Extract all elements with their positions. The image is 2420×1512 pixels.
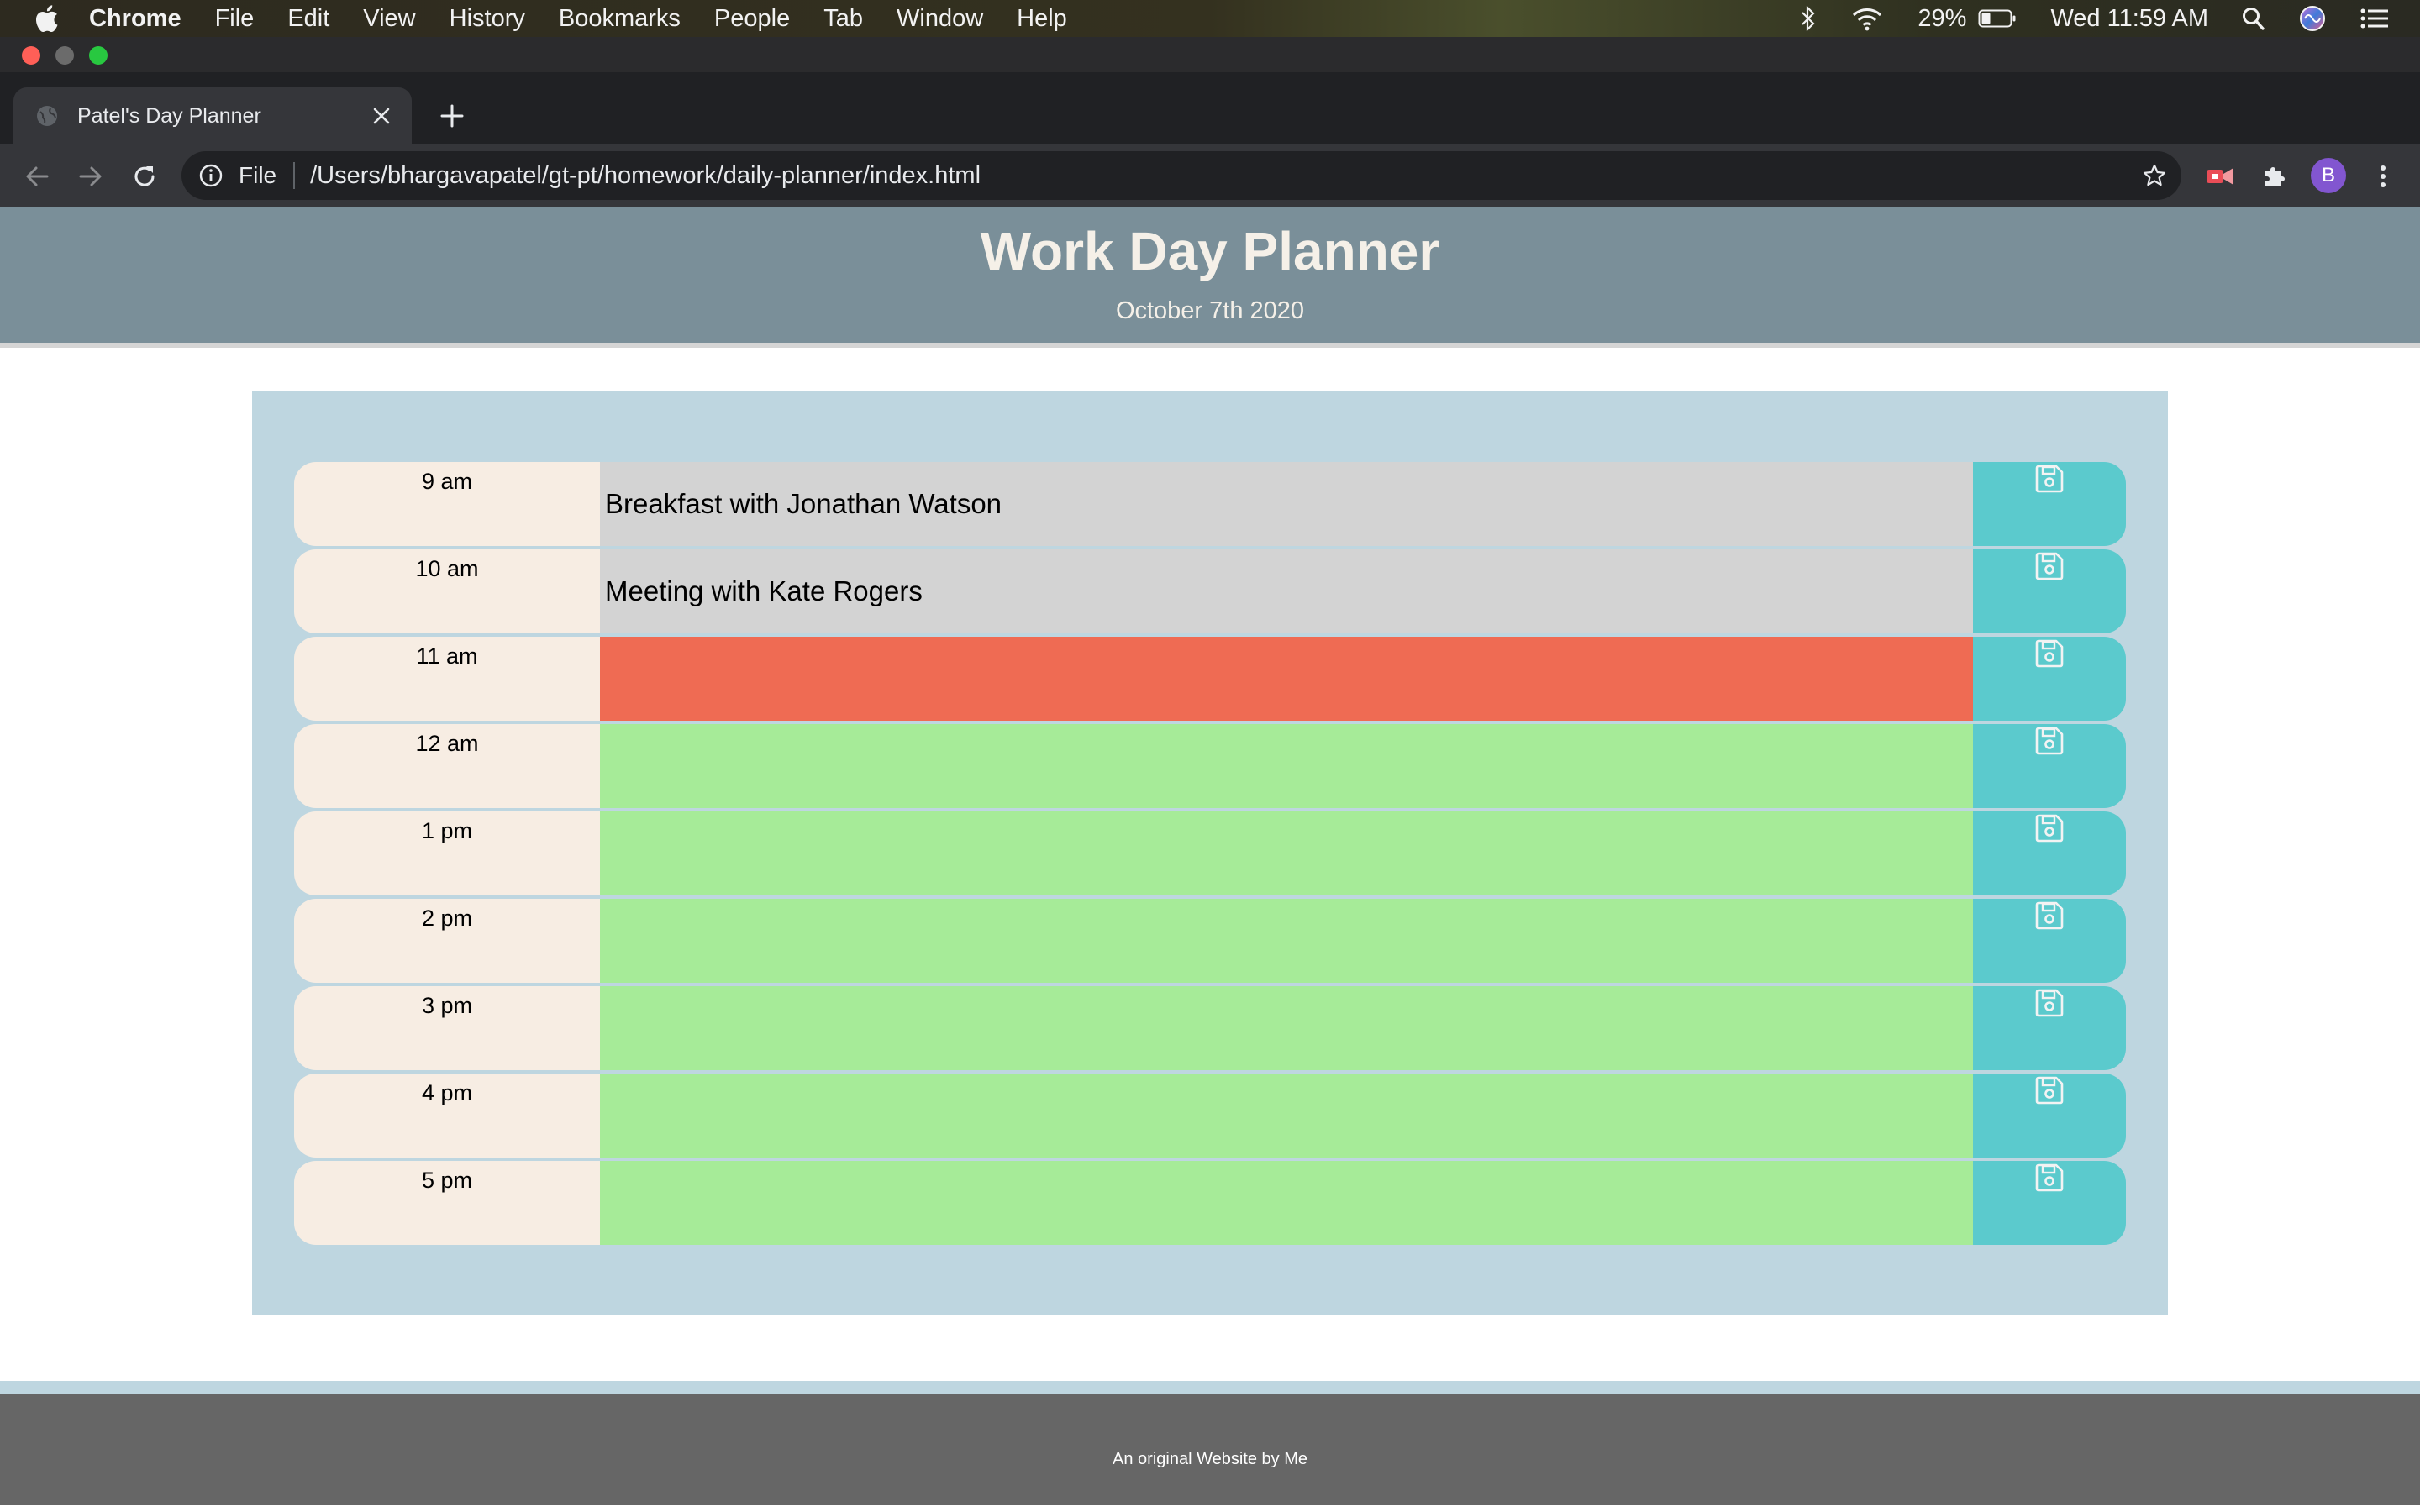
- time-block-row: 4 pm: [294, 1074, 2126, 1158]
- floppy-disk-icon: [2034, 813, 2065, 843]
- browser-tab-active[interactable]: Patel's Day Planner: [13, 87, 412, 144]
- hour-label: 11 am: [294, 637, 600, 721]
- url-text[interactable]: /Users/bhargavapatel/gt-pt/homework/dail…: [310, 162, 981, 190]
- back-arrow-icon[interactable]: [22, 161, 52, 192]
- event-description-textarea[interactable]: [600, 1074, 1973, 1158]
- menu-tab[interactable]: Tab: [823, 5, 863, 33]
- time-block-row: 2 pm: [294, 899, 2126, 983]
- page-footer: An original Website by Me: [0, 1394, 2420, 1505]
- save-button[interactable]: [1973, 637, 2126, 721]
- time-block-row: 5 pm: [294, 1161, 2126, 1245]
- event-description-textarea[interactable]: [600, 899, 1973, 983]
- page-header: Work Day Planner October 7th 2020: [0, 207, 2420, 348]
- hour-label: 3 pm: [294, 986, 600, 1070]
- menu-history[interactable]: History: [450, 5, 525, 33]
- hour-label: 10 am: [294, 549, 600, 633]
- bluetooth-icon[interactable]: [1800, 6, 1817, 31]
- save-button[interactable]: [1973, 899, 2126, 983]
- save-button[interactable]: [1973, 549, 2126, 633]
- save-button[interactable]: [1973, 462, 2126, 546]
- floppy-disk-icon: [2034, 1163, 2065, 1193]
- event-description-textarea[interactable]: [600, 986, 1973, 1070]
- hour-label: 2 pm: [294, 899, 600, 983]
- footer-accent-strip: [0, 1381, 2420, 1394]
- page-title: Work Day Planner: [980, 221, 1440, 281]
- floppy-disk-icon: [2034, 551, 2065, 581]
- browser-tab-strip: Patel's Day Planner: [0, 72, 2420, 144]
- event-description-textarea[interactable]: [600, 637, 1973, 721]
- url-scheme-label: File: [239, 162, 277, 188]
- event-description-textarea[interactable]: Breakfast with Jonathan Watson: [600, 462, 1973, 546]
- event-description-textarea[interactable]: Meeting with Kate Rogers: [600, 549, 1973, 633]
- current-date: October 7th 2020: [1115, 297, 1305, 324]
- extensions-puzzle-icon[interactable]: [2259, 161, 2289, 192]
- menu-people[interactable]: People: [714, 5, 790, 33]
- footer-text: An original Website by Me: [1113, 1450, 1307, 1468]
- site-info-icon[interactable]: [198, 162, 225, 189]
- menu-window[interactable]: Window: [897, 5, 983, 33]
- floppy-disk-icon: [2034, 900, 2065, 931]
- menu-help[interactable]: Help: [1017, 5, 1067, 33]
- window-title-bar: [0, 37, 2420, 72]
- hour-label: 1 pm: [294, 811, 600, 895]
- time-block-row: 11 am: [294, 637, 2126, 721]
- save-button[interactable]: [1973, 1074, 2126, 1158]
- apple-logo-icon[interactable]: [34, 4, 60, 33]
- window-maximize-button[interactable]: [89, 46, 108, 65]
- event-description-textarea[interactable]: [600, 811, 1973, 895]
- event-description-textarea[interactable]: [600, 724, 1973, 808]
- address-bar[interactable]: File /Users/bhargavapatel/gt-pt/homework…: [182, 151, 2181, 200]
- address-bar-divider: [293, 162, 296, 189]
- notification-center-icon[interactable]: [2360, 7, 2390, 30]
- bookmark-star-icon[interactable]: [2141, 162, 2168, 189]
- time-block-row: 10 am Meeting with Kate Rogers: [294, 549, 2126, 633]
- save-button[interactable]: [1973, 724, 2126, 808]
- extension-video-icon[interactable]: [2205, 161, 2235, 192]
- new-tab-plus-icon[interactable]: [437, 101, 467, 131]
- profile-avatar[interactable]: B: [2311, 158, 2346, 193]
- macos-menu-bar: Chrome File Edit View History Bookmarks …: [0, 0, 2420, 37]
- wifi-icon[interactable]: [1850, 6, 1884, 31]
- menu-edit[interactable]: Edit: [287, 5, 329, 33]
- close-tab-icon[interactable]: [370, 104, 393, 128]
- save-button[interactable]: [1973, 986, 2126, 1070]
- floppy-disk-icon: [2034, 1075, 2065, 1105]
- window-minimize-button[interactable]: [55, 46, 74, 65]
- time-block-row: 12 am: [294, 724, 2126, 808]
- siri-icon[interactable]: [2299, 5, 2326, 32]
- event-description-textarea[interactable]: [600, 1161, 1973, 1245]
- window-close-button[interactable]: [22, 46, 40, 65]
- save-button[interactable]: [1973, 811, 2126, 895]
- menu-view[interactable]: View: [363, 5, 415, 33]
- battery-percent: 29%: [1918, 4, 1967, 32]
- menu-file[interactable]: File: [215, 5, 255, 33]
- save-button[interactable]: [1973, 1161, 2126, 1245]
- browser-toolbar: File /Users/bhargavapatel/gt-pt/homework…: [0, 144, 2420, 207]
- floppy-disk-icon: [2034, 464, 2065, 494]
- menubar-clock[interactable]: Wed 11:59 AM: [2050, 5, 2208, 33]
- spotlight-search-icon[interactable]: [2242, 6, 2265, 31]
- menu-app-chrome[interactable]: Chrome: [89, 5, 182, 33]
- floppy-disk-icon: [2034, 638, 2065, 669]
- globe-icon: [35, 104, 59, 128]
- hour-label: 9 am: [294, 462, 600, 546]
- time-block-row: 1 pm: [294, 811, 2126, 895]
- hour-label: 5 pm: [294, 1161, 600, 1245]
- forward-arrow-icon[interactable]: [76, 161, 106, 192]
- time-block-row: 3 pm: [294, 986, 2126, 1070]
- menu-bookmarks[interactable]: Bookmarks: [559, 5, 681, 33]
- floppy-disk-icon: [2034, 988, 2065, 1018]
- hour-label: 12 am: [294, 724, 600, 808]
- planner-container: 9 am Breakfast with Jonathan Watson 10 am M…: [252, 391, 2168, 1315]
- page-viewport: Work Day Planner October 7th 2020 9 am Br…: [0, 207, 2420, 1512]
- time-block-row: 9 am Breakfast with Jonathan Watson: [294, 462, 2126, 546]
- hour-label: 4 pm: [294, 1074, 600, 1158]
- battery-icon[interactable]: [1978, 8, 2017, 29]
- reload-icon[interactable]: [129, 161, 160, 192]
- tab-title: Patel's Day Planner: [77, 103, 261, 128]
- kebab-menu-icon[interactable]: [2368, 161, 2398, 192]
- floppy-disk-icon: [2034, 726, 2065, 756]
